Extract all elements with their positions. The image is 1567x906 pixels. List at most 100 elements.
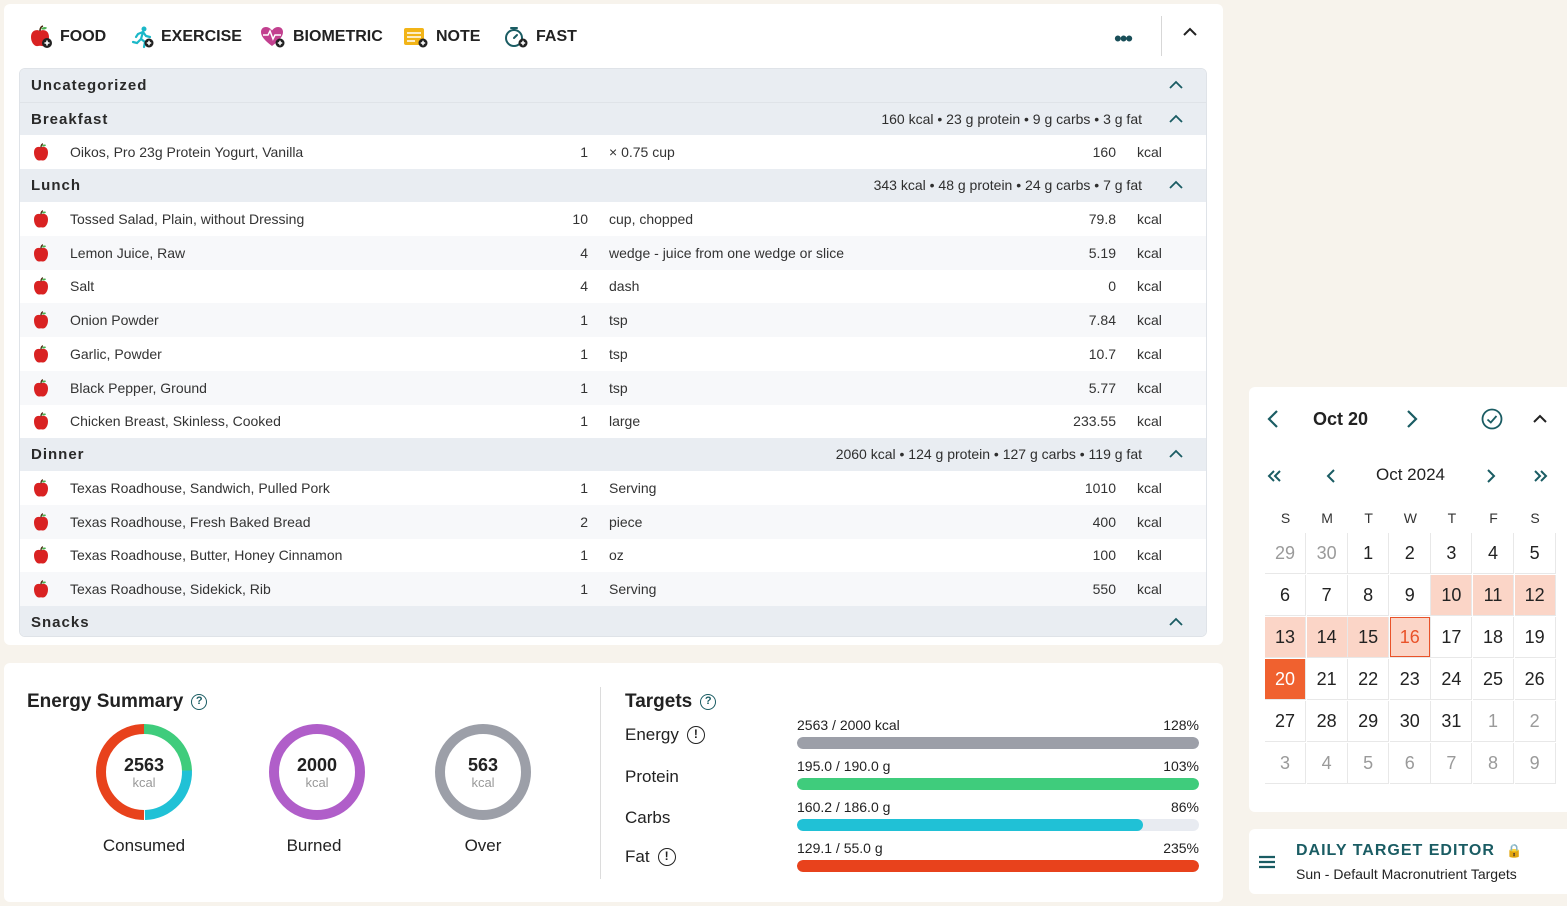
food-row[interactable]: Onion Powder 1 tsp 7.84 kcal — [20, 303, 1206, 338]
calendar-day[interactable]: 14 — [1306, 617, 1348, 658]
calendar-day[interactable]: 23 — [1389, 659, 1431, 700]
collapse-calendar-chevron-up-icon[interactable] — [1532, 413, 1548, 425]
food-calories-unit: kcal — [1137, 211, 1162, 227]
calendar-day[interactable]: 8 — [1473, 743, 1514, 784]
apple-icon — [32, 344, 50, 367]
calendar-day[interactable]: 30 — [1389, 701, 1431, 742]
food-row[interactable]: Garlic, Powder 1 tsp 10.7 kcal — [20, 337, 1206, 371]
calendar-day[interactable]: 18 — [1473, 617, 1514, 658]
calendar-day[interactable]: 20 — [1265, 659, 1306, 700]
calendar-day[interactable]: 31 — [1431, 701, 1473, 742]
calendar-day[interactable]: 3 — [1265, 743, 1306, 784]
previous-month-chevron-icon[interactable] — [1326, 468, 1336, 484]
group-uncategorized-header[interactable]: Uncategorized — [20, 69, 1206, 102]
next-month-chevron-icon[interactable] — [1486, 468, 1496, 484]
food-calories-unit: kcal — [1137, 278, 1162, 295]
food-row[interactable]: Texas Roadhouse, Sidekick, Rib 1 Serving 55… — [20, 572, 1206, 607]
daily-target-editor[interactable]: DAILY TARGET EDITOR 🔒 Sun - Default Macr… — [1249, 829, 1567, 894]
calendar-day[interactable]: 19 — [1514, 617, 1556, 658]
calendar-day[interactable]: 7 — [1306, 575, 1348, 616]
calendar-day[interactable]: 9 — [1514, 743, 1556, 784]
calendar-day[interactable]: 29 — [1348, 701, 1390, 742]
calendar-day[interactable]: 2 — [1389, 533, 1431, 574]
chevron-up-icon[interactable] — [1168, 113, 1184, 125]
calendar-day[interactable]: 28 — [1306, 701, 1348, 742]
calendar-day[interactable]: 4 — [1306, 743, 1348, 784]
add-biometric-button[interactable]: BIOMETRIC — [259, 24, 383, 50]
month-label[interactable]: Oct 2024 — [1376, 465, 1445, 485]
food-row[interactable]: Chicken Breast, Skinless, Cooked 1 large 23… — [20, 404, 1206, 438]
energy-summary-title: Energy Summary ? — [27, 691, 208, 713]
calendar-day[interactable]: 13 — [1265, 617, 1306, 658]
info-icon[interactable]: ! — [686, 726, 705, 744]
calendar-day[interactable]: 12 — [1514, 575, 1556, 616]
calendar-day[interactable]: 1 — [1348, 533, 1390, 574]
food-row[interactable]: Lemon Juice, Raw 4 wedge - juice from one … — [20, 235, 1206, 270]
target-bar-fat: 129.1 / 55.0 g 235% — [797, 840, 1199, 872]
calendar-day[interactable]: 22 — [1348, 659, 1390, 700]
group-snacks-header[interactable]: Snacks — [20, 606, 1206, 636]
calendar-day[interactable]: 29 — [1265, 533, 1306, 574]
calendar-day[interactable]: 9 — [1389, 575, 1431, 616]
info-icon[interactable]: ! — [657, 848, 676, 866]
calendar-day[interactable]: 17 — [1431, 617, 1473, 658]
food-quantity: 1 — [580, 312, 588, 329]
food-row[interactable]: Tossed Salad, Plain, without Dressing 10 c… — [20, 202, 1206, 236]
food-row[interactable]: Texas Roadhouse, Sandwich, Pulled Pork 1 S… — [20, 471, 1206, 505]
calendar-day[interactable]: 10 — [1431, 575, 1473, 616]
chevron-up-icon[interactable] — [1168, 179, 1184, 191]
calendar-day[interactable]: 1 — [1473, 701, 1514, 742]
add-note-button[interactable]: NOTE — [402, 24, 480, 50]
calendar-day[interactable]: 27 — [1265, 701, 1306, 742]
next-year-double-chevron-icon[interactable] — [1533, 469, 1549, 483]
add-food-button[interactable]: FOOD — [28, 24, 106, 50]
calendar-day[interactable]: 11 — [1473, 575, 1514, 616]
check-circle-icon[interactable] — [1481, 408, 1503, 430]
calendar-day[interactable]: 5 — [1514, 533, 1556, 574]
calendar-day[interactable]: 6 — [1389, 743, 1431, 784]
weekday-label: T — [1364, 510, 1373, 526]
add-exercise-button[interactable]: EXERCISE — [129, 24, 242, 50]
next-day-chevron-icon[interactable] — [1406, 409, 1418, 429]
group-lunch-header[interactable]: Lunch 343 kcal • 48 g protein • 24 g car… — [20, 169, 1206, 202]
progress-fill — [797, 819, 1143, 831]
calendar-day[interactable]: 5 — [1348, 743, 1390, 784]
calendar-day[interactable]: 26 — [1514, 659, 1556, 700]
calendar-day[interactable]: 16 — [1389, 617, 1431, 658]
calendar-day[interactable]: 3 — [1431, 533, 1473, 574]
calendar-day[interactable]: 15 — [1348, 617, 1390, 658]
more-menu-icon[interactable]: ••• — [1114, 26, 1133, 52]
add-fast-button[interactable]: FAST — [502, 24, 577, 50]
group-uncategorized-label: Uncategorized — [31, 77, 148, 94]
calendar-day[interactable]: 8 — [1348, 575, 1390, 616]
food-row[interactable]: Black Pepper, Ground 1 tsp 5.77 kcal — [20, 370, 1206, 405]
calendar-day[interactable]: 6 — [1265, 575, 1306, 616]
calendar-day[interactable]: 30 — [1306, 533, 1348, 574]
food-row[interactable]: Texas Roadhouse, Fresh Baked Bread 2 piece… — [20, 504, 1206, 539]
help-icon[interactable]: ? — [700, 694, 717, 710]
calendar-day[interactable]: 7 — [1431, 743, 1473, 784]
chevron-up-icon[interactable] — [1168, 79, 1184, 91]
calendar-day[interactable]: 21 — [1306, 659, 1348, 700]
weekday-label: F — [1489, 510, 1498, 526]
food-row[interactable]: Oikos, Pro 23g Protein Yogurt, Vanilla 1 ×… — [20, 135, 1206, 169]
current-date[interactable]: Oct 20 — [1313, 409, 1368, 430]
chevron-up-icon[interactable] — [1168, 448, 1184, 460]
help-icon[interactable]: ? — [191, 694, 208, 710]
calendar-day[interactable]: 24 — [1431, 659, 1473, 700]
group-breakfast-header[interactable]: Breakfast 160 kcal • 23 g protein • 9 g … — [20, 102, 1206, 135]
food-calories: 160 — [1092, 144, 1116, 160]
group-dinner-header[interactable]: Dinner 2060 kcal • 124 g protein • 127 g… — [20, 438, 1206, 471]
chevron-up-icon[interactable] — [1168, 616, 1184, 628]
calendar-day[interactable]: 25 — [1473, 659, 1514, 700]
target-energy-value: 2563 / 2000 kcal — [797, 717, 900, 733]
collapse-toolbar-chevron-up-icon[interactable] — [1182, 26, 1198, 38]
food-row[interactable]: Salt 4 dash 0 kcal — [20, 269, 1206, 303]
previous-day-chevron-icon[interactable] — [1267, 409, 1279, 429]
calendar-day[interactable]: 4 — [1473, 533, 1514, 574]
food-quantity: 1 — [580, 379, 588, 396]
food-row[interactable]: Texas Roadhouse, Butter, Honey Cinnamon 1… — [20, 538, 1206, 572]
previous-year-double-chevron-icon[interactable] — [1266, 469, 1282, 483]
calendar-day[interactable]: 2 — [1514, 701, 1556, 742]
hamburger-menu-icon[interactable] — [1258, 855, 1276, 869]
